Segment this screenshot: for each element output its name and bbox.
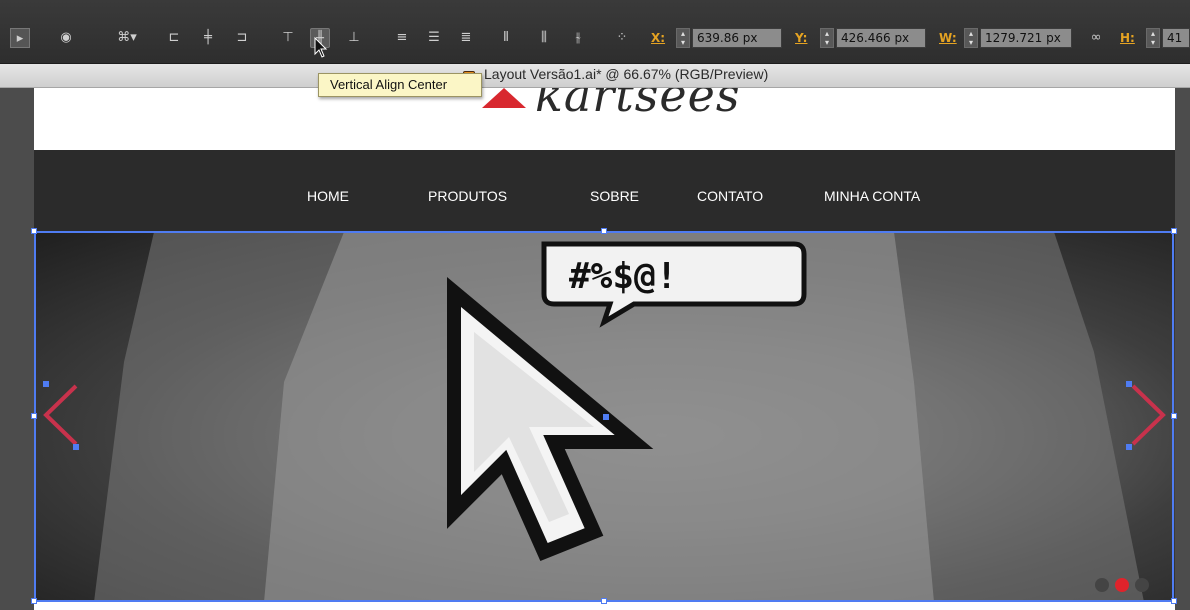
document-title: Layout Versão1.ai* @ 66.67% (RGB/Preview… — [484, 66, 769, 82]
transform-options-icon[interactable]: ⌘▾ — [110, 28, 144, 48]
y-label: Y: — [795, 31, 808, 45]
selection-handle-top-center[interactable] — [601, 228, 607, 234]
nav-minha-conta[interactable]: MINHA CONTA — [824, 188, 920, 204]
vertical-distribute-bottom-icon[interactable]: ≣ — [456, 28, 476, 48]
x-field[interactable]: 639.86 px — [692, 28, 782, 48]
y-stepper[interactable]: ▴ ▾ — [820, 28, 834, 48]
h-field[interactable]: 41 — [1162, 28, 1190, 48]
site-logo: kartsees — [535, 88, 741, 122]
horizontal-align-left-icon[interactable]: ⊏ — [164, 28, 184, 48]
recolor-artwork-icon[interactable]: ◉ — [56, 28, 76, 48]
mouse-cursor-icon — [314, 37, 328, 58]
nav-home[interactable]: HOME — [307, 188, 349, 204]
vertical-distribute-center-icon[interactable]: ☰ — [424, 28, 444, 48]
selection-handle-top-right[interactable] — [1171, 228, 1177, 234]
horizontal-align-right-icon[interactable]: ⊐ — [232, 28, 252, 48]
reference-point-icon[interactable]: ⁘ — [612, 28, 632, 48]
nav-contato[interactable]: CONTATO — [697, 188, 763, 204]
canvas-background-right — [1175, 88, 1190, 610]
w-field[interactable]: 1279.721 px — [980, 28, 1072, 48]
control-bar: ▸ ◉ ⌘▾ ⊏ ╪ ⊐ ⊤ ╫ ⊥ ≡ ☰ ≣ ⫴ ⫼ ⫳ ⁘ X: ▴ ▾ 6… — [0, 0, 1190, 64]
selection-handle-bottom-center[interactable] — [601, 598, 607, 604]
horizontal-distribute-right-icon[interactable]: ⫳ — [568, 28, 588, 48]
w-stepper[interactable]: ▴ ▾ — [964, 28, 978, 48]
vertical-align-bottom-icon[interactable]: ⊥ — [344, 28, 364, 48]
selection-center-point — [603, 414, 609, 420]
horizontal-distribute-left-icon[interactable]: ⫴ — [496, 28, 516, 48]
y-field[interactable]: 426.466 px — [836, 28, 926, 48]
play-panel-icon[interactable]: ▸ — [10, 28, 30, 48]
anchor-point[interactable] — [1126, 381, 1132, 387]
canvas-background — [0, 88, 34, 610]
nav-produtos[interactable]: PRODUTOS — [428, 188, 507, 204]
w-label: W: — [939, 31, 957, 45]
horizontal-align-center-icon[interactable]: ╪ — [198, 28, 218, 48]
x-stepper[interactable]: ▴ ▾ — [676, 28, 690, 48]
vertical-distribute-top-icon[interactable]: ≡ — [392, 28, 412, 48]
site-header: kartsees — [34, 88, 1175, 150]
h-label: H: — [1120, 31, 1135, 45]
selection-handle-bottom-left[interactable] — [31, 598, 37, 604]
document-title-bar: Layout Versão1.ai* @ 66.67% (RGB/Preview… — [0, 64, 1190, 88]
h-stepper[interactable]: ▴ ▾ — [1146, 28, 1160, 48]
anchor-point[interactable] — [1126, 444, 1132, 450]
selection-handle-bottom-right[interactable] — [1171, 598, 1177, 604]
vertical-align-top-icon[interactable]: ⊤ — [278, 28, 298, 48]
x-label: X: — [651, 31, 666, 45]
site-navbar: HOME PRODUTOS SOBRE CONTATO MINHA CONTA — [34, 150, 1175, 232]
selection-handle-middle-right[interactable] — [1171, 413, 1177, 419]
logo-triangle-icon — [482, 88, 526, 108]
selection-handle-top-left[interactable] — [31, 228, 37, 234]
constrain-link-icon[interactable]: ∞ — [1086, 28, 1106, 48]
selection-handle-middle-left[interactable] — [31, 413, 37, 419]
tooltip: Vertical Align Center — [318, 73, 482, 97]
nav-sobre[interactable]: SOBRE — [590, 188, 639, 204]
horizontal-distribute-center-icon[interactable]: ⫼ — [534, 28, 554, 48]
anchor-point[interactable] — [73, 444, 79, 450]
anchor-point[interactable] — [43, 381, 49, 387]
